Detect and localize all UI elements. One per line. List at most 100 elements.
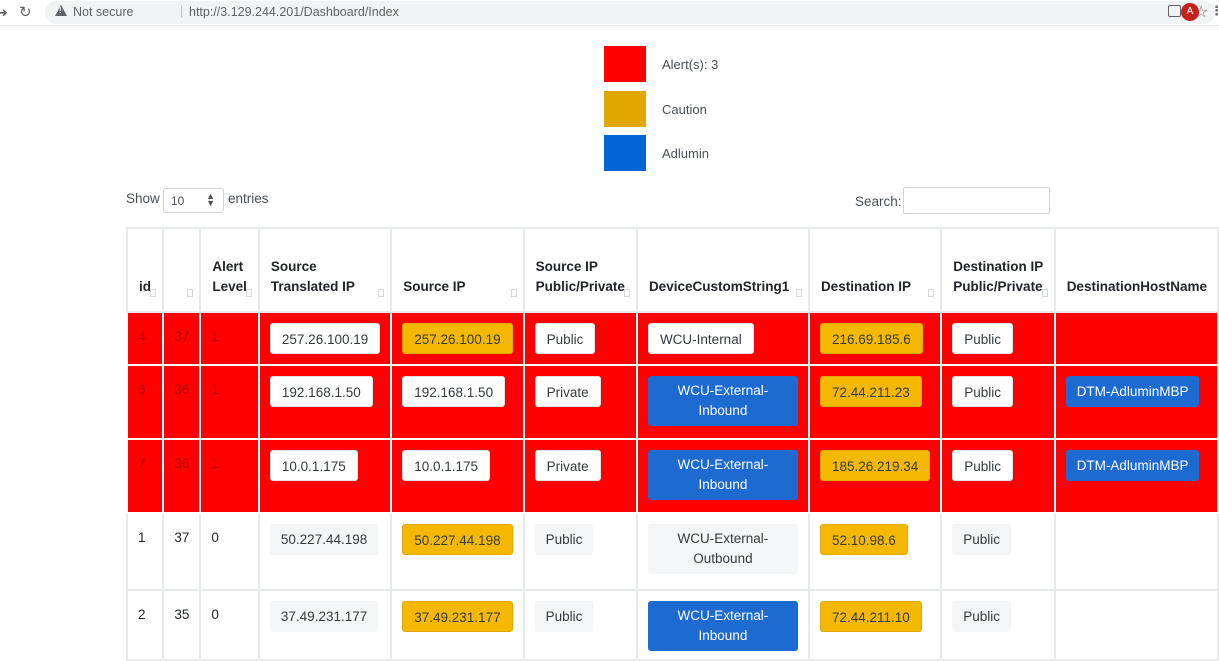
source-public-private-badge: Private — [534, 376, 601, 407]
column-header-label: Source IP — [403, 279, 466, 294]
source-translated-ip-badge: 192.168.1.50 — [269, 376, 373, 407]
alerts-table: id Alert Level Source Translated IP Sour… — [125, 227, 1219, 661]
destination-public-private-badge: Public — [952, 450, 1014, 481]
table-row[interactable]: 4 37 1 257.26.100.19 257.26.100.19 Publi… — [125, 311, 1219, 366]
column-header-label: Destination IP — [820, 279, 911, 294]
column-header-count[interactable] — [162, 227, 202, 313]
source-public-private-badge: Public — [534, 524, 594, 555]
source-translated-ip-badge: 37.49.231.177 — [269, 601, 379, 632]
page-length-value: 10 — [171, 194, 185, 208]
column-header-label: id — [139, 279, 151, 294]
column-header-destination-ip[interactable]: Destination IP — [807, 227, 943, 313]
legend-label: Caution — [662, 101, 707, 117]
destination-public-private-badge: Public — [952, 323, 1014, 354]
cell-count: 36 — [162, 438, 202, 514]
cell-alert-level: 1 — [199, 311, 260, 366]
address-bar[interactable]: Not secure | http://3.129.244.201/Dashbo… — [45, 1, 1215, 24]
legend-swatch-blue — [604, 135, 646, 171]
legend-label: Adlumin — [662, 146, 709, 161]
source-public-private-badge: Private — [534, 450, 601, 481]
source-ip-badge: 192.168.1.50 — [402, 376, 506, 407]
cell-id: 6 — [125, 364, 165, 440]
source-translated-ip-badge: 10.0.1.175 — [269, 450, 358, 481]
column-header-id[interactable]: id — [125, 227, 165, 313]
destination-ip-badge: 185.26.219.34 — [819, 450, 931, 481]
warning-icon[interactable] — [55, 5, 67, 16]
table-row[interactable]: 7 36 1 10.0.1.175 10.0.1.175 Private WCU… — [125, 438, 1219, 514]
cell-destination-host — [1053, 311, 1219, 366]
legend-swatch-red — [604, 46, 646, 82]
destination-host-badge: DTM-AdluminMBP — [1065, 376, 1200, 407]
column-header-label: Alert Level — [212, 259, 247, 294]
cell-id: 1 — [125, 512, 165, 591]
column-header-destination-ip-public-private[interactable]: Destination IP Public/Private — [940, 227, 1056, 313]
sort-icon — [1041, 289, 1048, 297]
cell-count: 35 — [162, 589, 202, 661]
source-ip-badge: 10.0.1.175 — [402, 450, 491, 481]
sort-icon — [150, 289, 157, 297]
column-header-label: DestinationHostName — [1066, 279, 1207, 294]
destination-ip-badge: 216.69.185.6 — [819, 323, 923, 354]
destination-public-private-badge: Public — [952, 524, 1012, 555]
table-row[interactable]: 6 36 1 192.168.1.50 192.168.1.50 Private… — [125, 364, 1219, 440]
legend-swatch-yellow — [604, 90, 646, 127]
destination-host-badge: DTM-AdluminMBP — [1065, 450, 1200, 481]
source-public-private-badge: Public — [534, 323, 596, 354]
show-label: Show — [126, 191, 160, 206]
source-translated-ip-badge: 257.26.100.19 — [269, 323, 381, 354]
destination-public-private-badge: Public — [952, 601, 1012, 632]
source-translated-ip-badge: 50.227.44.198 — [269, 524, 379, 555]
column-header-label: Source IP Public/Private — [535, 259, 625, 294]
device-custom-string-badge: WCU-Internal — [647, 323, 754, 354]
destination-ip-badge: 72.44.211.23 — [819, 376, 922, 407]
sort-icon — [245, 289, 252, 297]
column-header-device-custom-string1[interactable]: DeviceCustomString1 — [635, 227, 810, 313]
entries-label: entries — [228, 191, 269, 206]
reload-icon[interactable]: ↻ — [19, 3, 32, 21]
browser-toolbar: ➜ ↻ Not secure | http://3.129.244.201/Da… — [0, 0, 1219, 26]
cell-count: 36 — [162, 364, 202, 440]
share-icon[interactable] — [1168, 5, 1181, 17]
cell-alert-level: 0 — [199, 589, 260, 661]
destination-ip-badge: 52.10.98.6 — [819, 524, 908, 555]
cell-destination-host — [1053, 589, 1219, 661]
column-header-source-ip-public-private[interactable]: Source IP Public/Private — [522, 227, 638, 313]
cell-id: 7 — [125, 438, 165, 514]
device-custom-string-badge: WCU-External-Outbound — [647, 524, 798, 574]
cell-alert-level: 1 — [199, 438, 260, 514]
column-header-label: Source Translated IP — [270, 259, 355, 294]
sort-icon — [187, 289, 194, 297]
destination-public-private-badge: Public — [952, 376, 1014, 407]
destination-ip-badge: 72.44.211.10 — [819, 601, 922, 632]
select-caret-icon: ▲ ▼ — [206, 191, 215, 208]
table-row[interactable]: 1 37 0 50.227.44.198 50.227.44.198 Publi… — [125, 512, 1219, 591]
profile-avatar[interactable]: A — [1181, 3, 1199, 21]
sort-icon — [378, 289, 385, 297]
source-ip-badge: 257.26.100.19 — [402, 323, 513, 354]
source-ip-badge: 50.227.44.198 — [402, 524, 513, 555]
column-header-destination-host-name[interactable]: DestinationHostName — [1053, 227, 1219, 313]
sort-icon — [510, 289, 517, 297]
security-label[interactable]: Not secure — [73, 5, 133, 19]
device-custom-string-badge: WCU-External-Inbound — [647, 376, 798, 426]
column-header-source-translated-ip[interactable]: Source Translated IP — [257, 227, 393, 313]
legend-label: Alert(s): 3 — [662, 57, 719, 72]
sort-icon — [795, 289, 802, 297]
sort-icon — [623, 289, 630, 297]
forward-icon[interactable]: ➜ — [0, 5, 8, 21]
menu-kebab-icon[interactable]: ⋮ — [1210, 3, 1219, 19]
sort-icon — [928, 289, 935, 297]
cell-count: 37 — [162, 311, 202, 366]
cell-id: 4 — [125, 311, 165, 366]
search-input[interactable] — [903, 187, 1050, 214]
table-row[interactable]: 2 35 0 37.49.231.177 37.49.231.177 Publi… — [125, 589, 1219, 661]
column-header-alert-level[interactable]: Alert Level — [199, 227, 260, 313]
column-header-label: DeviceCustomString1 — [648, 279, 790, 294]
cell-alert-level: 1 — [199, 364, 260, 440]
column-header-source-ip[interactable]: Source IP — [390, 227, 525, 313]
url-text[interactable]: http://3.129.244.201/Dashboard/Index — [189, 5, 399, 19]
cell-alert-level: 0 — [199, 512, 260, 591]
cell-count: 37 — [162, 512, 202, 591]
url-separator: | — [180, 4, 184, 18]
page-length-select[interactable]: 10 ▲ ▼ — [163, 188, 224, 213]
